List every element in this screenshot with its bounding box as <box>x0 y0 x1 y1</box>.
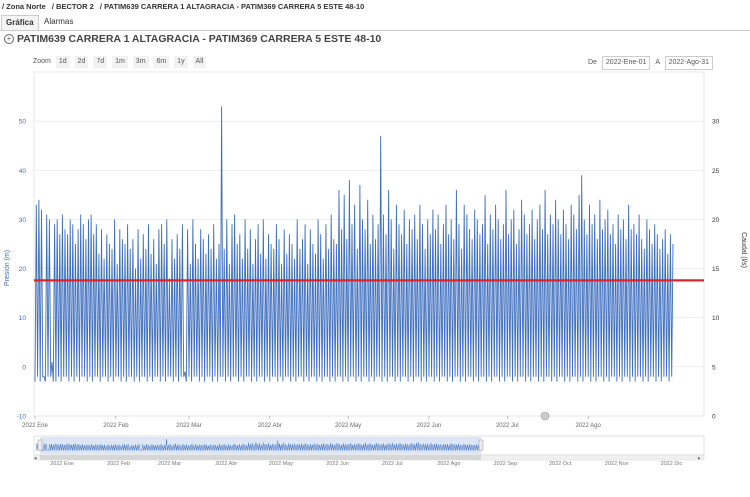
y-tick-label: 50 <box>19 119 27 126</box>
chart-svg: -1001020304050 051015202530 2022 Ene 2022… <box>4 71 747 467</box>
y2-tick-label: 5 <box>712 364 716 371</box>
navigator-tick-label: 2022 Dic <box>661 461 683 467</box>
navigator[interactable]: ◂ ▸ 2022 Ene 2022 Feb 2022 Mar 2022 Abr 2022… <box>33 435 705 467</box>
x-tick-label: 2022 Ago <box>576 423 602 429</box>
navigator-tick-label: 2022 Mar <box>158 461 181 467</box>
y-tick-label: 0 <box>22 364 26 371</box>
y-tick-label: 20 <box>19 266 27 273</box>
x-tick-label: 2022 Jun <box>417 423 442 429</box>
x-tick-label: 2022 May <box>335 423 361 429</box>
y-tick-label: 40 <box>19 168 27 175</box>
y2-tick-label: 15 <box>712 266 720 273</box>
y-tick-label: -10 <box>17 414 27 421</box>
navigator-ticks: 2022 Ene 2022 Feb 2022 Mar 2022 Abr 2022 May… <box>50 461 682 467</box>
navigator-tick-label: 2022 Nov <box>605 461 629 467</box>
y2-tick-label: 30 <box>712 119 720 126</box>
x-tick-label: 2022 Mar <box>176 423 201 429</box>
navigator-right-handle[interactable] <box>478 439 484 451</box>
x-axis-ticks: 2022 Ene 2022 Feb 2022 Mar 2022 Abr 2022 May… <box>22 416 602 429</box>
navigator-tick-label: 2022 Feb <box>107 461 130 467</box>
scroll-handle-icon[interactable] <box>540 411 550 421</box>
navigator-tick-label: 2022 Oct <box>549 461 572 467</box>
x-tick-label: 2022 Abr <box>258 423 282 429</box>
navigator-tick-label: 2022 May <box>269 461 293 467</box>
y2-tick-label: 10 <box>712 315 720 322</box>
navigator-scrollbar-thumb[interactable] <box>40 455 481 460</box>
y-axis-ticks: -10 0 10 20 30 40 50 <box>17 119 27 421</box>
y-tick-label: 30 <box>19 217 27 224</box>
y2-tick-label: 0 <box>712 414 716 421</box>
navigator-tick-label: 2022 Abr <box>215 461 237 467</box>
navigator-tick-label: 2022 Sep <box>494 461 518 467</box>
navigator-tick-label: 2022 Jul <box>382 461 403 467</box>
navigator-tick-label: 2022 Ago <box>437 461 460 467</box>
y2-tick-label: 20 <box>712 217 720 224</box>
navigator-left-handle[interactable] <box>37 439 43 451</box>
navigator-tick-label: 2022 Ene <box>50 461 74 467</box>
x-tick-label: 2022 Feb <box>103 423 129 429</box>
y-tick-label: 10 <box>19 315 27 322</box>
y2-tick-label: 25 <box>712 168 720 175</box>
y2-axis-label: Caudal (l/s) <box>740 232 747 268</box>
y-axis-label: Presión (m) <box>4 250 11 286</box>
x-tick-label: 2022 Ene <box>22 423 48 429</box>
navigator-tick-label: 2022 Jun <box>326 461 349 467</box>
x-tick-label: 2022 Jul <box>496 423 519 429</box>
y2-axis-ticks: 0 5 10 15 20 25 30 <box>712 119 720 421</box>
